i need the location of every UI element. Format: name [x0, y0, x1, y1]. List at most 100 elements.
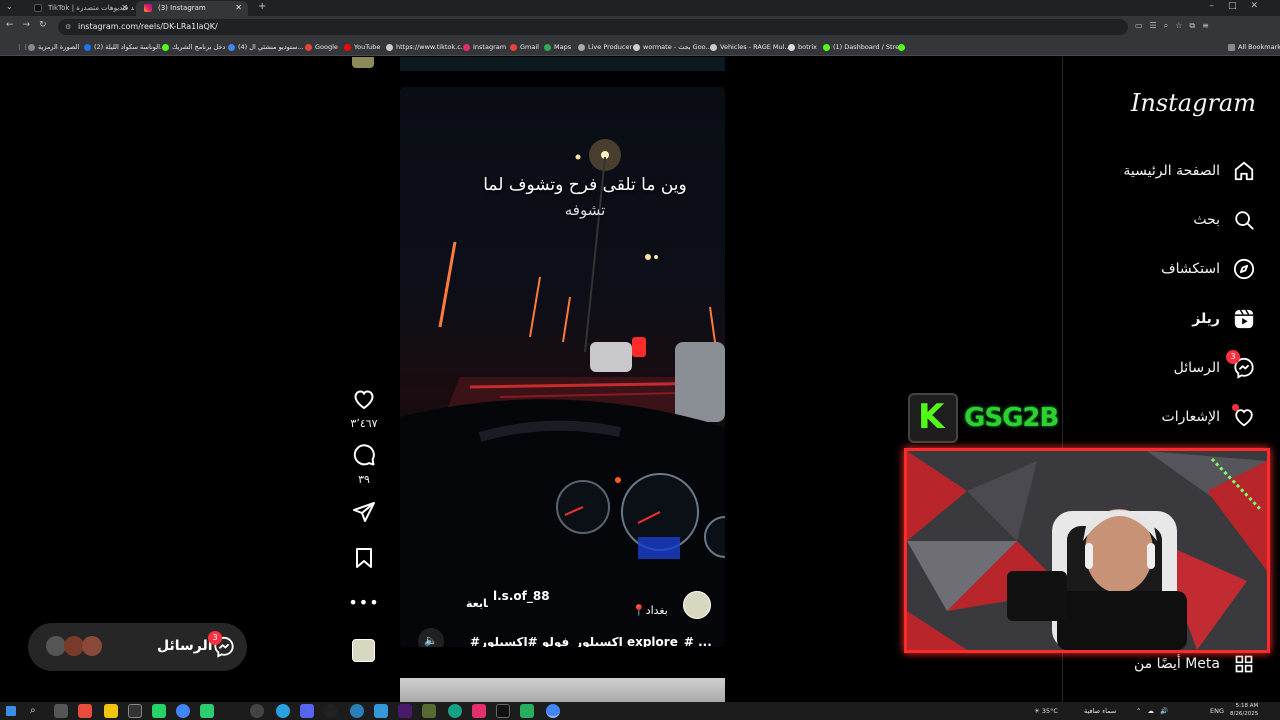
nav-label: أيضًا من Meta [1133, 656, 1220, 672]
new-tab-button[interactable]: + [258, 1, 266, 12]
search-icon [1232, 208, 1256, 232]
instagram-logo[interactable]: Instagram [1131, 89, 1256, 117]
bookmark-item[interactable]: wormate - بحث Goo... [633, 41, 712, 53]
task-view-icon[interactable] [54, 704, 68, 718]
messenger-icon: 3 [1226, 350, 1256, 380]
bookmark-item[interactable]: Gmail [510, 41, 539, 53]
language-indicator[interactable]: ENG [1210, 705, 1224, 717]
tab-search-icon[interactable]: ⌄ [6, 2, 13, 11]
like-action[interactable]: ٣٬٤٦٧ [348, 387, 380, 430]
bookmark-item[interactable]: Google [305, 41, 338, 53]
avatar[interactable] [683, 591, 711, 619]
bookmark-item[interactable]: Instagram [463, 41, 506, 53]
brand-text: GSG2B [964, 403, 1059, 433]
previous-reel-avatar[interactable] [352, 57, 374, 68]
nav-messages[interactable]: الرسائل 3 [1174, 350, 1256, 383]
nav-buttons[interactable]: ←→↻ [6, 20, 56, 30]
home-icon [1232, 159, 1256, 183]
save-action[interactable] [348, 546, 380, 574]
all-bookmarks[interactable]: All Bookmarks [1228, 41, 1280, 53]
bookmark-item[interactable]: YouTube [344, 41, 380, 53]
bookmark-item[interactable]: (2) الوناسة سكواد الليلة... [84, 41, 166, 53]
apps-icon[interactable]: ⋮⋮ [6, 41, 29, 53]
nav-also-from-meta[interactable]: أيضًا من Meta [1134, 649, 1256, 679]
reel-overlay-text: وين ما تلقى فرح وتشوف لما [483, 175, 687, 195]
bookmark-item[interactable]: (4) ستوديو منشئي ال... [228, 41, 304, 53]
webcam-overlay [904, 448, 1270, 653]
heart-icon [1232, 404, 1256, 429]
nav-explore[interactable]: استكشاف [1161, 254, 1256, 284]
volume-icon[interactable]: 🔈 [418, 628, 444, 647]
instagram-icon [144, 4, 152, 12]
app-icon[interactable] [448, 704, 462, 718]
obs-icon[interactable] [128, 704, 142, 718]
bookmark-item[interactable]: Live Producer [578, 41, 632, 53]
chrome-icon[interactable] [176, 704, 190, 718]
heart-icon[interactable] [352, 387, 376, 411]
app-icon[interactable] [250, 704, 264, 718]
bookmark-item[interactable]: https://www.tiktok.c... [386, 41, 467, 53]
messages-pill-label: الرسائل [157, 638, 213, 654]
bookmark-item[interactable]: Maps [544, 41, 571, 53]
close-icon[interactable]: ✕ [235, 1, 242, 15]
address-bar-row: ←→↻ ⚙ instagram.com/reels/DK-LRa1IaQK/ ▭… [0, 16, 1280, 38]
bookmark-item[interactable]: Vehicles - RAGE Mul... [710, 41, 791, 53]
app-icon[interactable] [78, 704, 92, 718]
next-reel-edge[interactable] [400, 678, 725, 702]
chrome-active-icon[interactable] [546, 704, 560, 718]
audio-thumbnail[interactable] [352, 639, 375, 662]
toolbar-icons[interactable]: ▭☰⌕☆⧉≡ [1135, 21, 1216, 31]
nav-notifications[interactable]: الإشعارات [1162, 402, 1256, 432]
bookmark-item[interactable]: الصورة الرمزية [28, 41, 79, 53]
file-explorer-icon[interactable] [104, 704, 118, 718]
share-icon[interactable] [352, 500, 376, 524]
comment-icon[interactable] [352, 443, 376, 467]
window-controls[interactable]: –□✕ [1209, 1, 1272, 11]
reel-caption[interactable]: #اكسبلور_فولو #اكسبلور explore_# ... الم… [470, 635, 712, 647]
app-icon[interactable] [200, 704, 214, 718]
steam-icon[interactable] [324, 704, 338, 718]
nav-search[interactable]: بحث [1193, 205, 1256, 235]
app-icon[interactable] [422, 704, 436, 718]
follow-button[interactable]: متابعة [466, 597, 488, 610]
nav-reels[interactable]: ريلز [1192, 304, 1256, 334]
avatar [82, 636, 102, 656]
reel-video[interactable]: وين ما تلقى فرح وتشوف لما تشوفه 📍بغداد l… [400, 87, 725, 647]
username[interactable]: l.s.of_88 [493, 589, 550, 603]
tray-icons[interactable]: ⌃☁🔊 [1136, 705, 1174, 717]
messages-pill[interactable]: الرسائل 3 [28, 623, 247, 671]
bookmark-item[interactable]: (1) Dashboard / Stre... [823, 41, 905, 53]
like-count: ٣٬٤٦٧ [350, 417, 378, 430]
app-icon[interactable] [374, 704, 388, 718]
tiktok-icon[interactable] [496, 704, 510, 718]
app-icon[interactable] [472, 704, 486, 718]
site-info-icon[interactable]: ⚙ [65, 19, 71, 35]
bookmark-icon[interactable] [352, 546, 376, 570]
search-icon[interactable]: ⌕ [30, 704, 44, 718]
premiere-icon[interactable] [398, 704, 412, 718]
tab-tiktok[interactable]: TikTok | شاهد فيديوهات متصدرة ✕ [26, 1, 134, 16]
discord-icon[interactable] [300, 704, 314, 718]
weather-icon[interactable]: ☀ 35°C [1034, 705, 1058, 717]
share-action[interactable] [348, 500, 380, 528]
app-icon[interactable] [520, 704, 534, 718]
comment-count: ٣٩ [358, 473, 370, 486]
skype-icon[interactable] [350, 704, 364, 718]
clock[interactable]: 5:18 AM 8/26/2025 [1230, 702, 1258, 718]
previous-reel-edge[interactable] [400, 57, 725, 71]
bookmark-item[interactable]: botrix [788, 41, 817, 53]
telegram-icon[interactable] [276, 704, 290, 718]
whatsapp-icon[interactable] [152, 704, 166, 718]
bookmark-item[interactable]: دخل برنامج الشريك [162, 41, 225, 53]
nav-label: ريلز [1192, 311, 1220, 327]
location-label[interactable]: 📍بغداد [632, 604, 668, 617]
more-options-icon[interactable]: ••• [348, 593, 380, 612]
windows-start-icon[interactable] [6, 706, 16, 716]
tab-instagram[interactable]: (3) Instagram ✕ [136, 1, 248, 16]
reel-overlay-text: تشوفه [564, 201, 606, 219]
close-icon[interactable]: ✕ [121, 1, 128, 15]
nav-home[interactable]: الصفحة الرئيسية [1123, 156, 1256, 186]
notification-badge: 3 [208, 631, 222, 645]
comment-action[interactable]: ٣٩ [348, 443, 380, 486]
url-input[interactable]: ⚙ instagram.com/reels/DK-LRa1IaQK/ [58, 19, 1128, 35]
